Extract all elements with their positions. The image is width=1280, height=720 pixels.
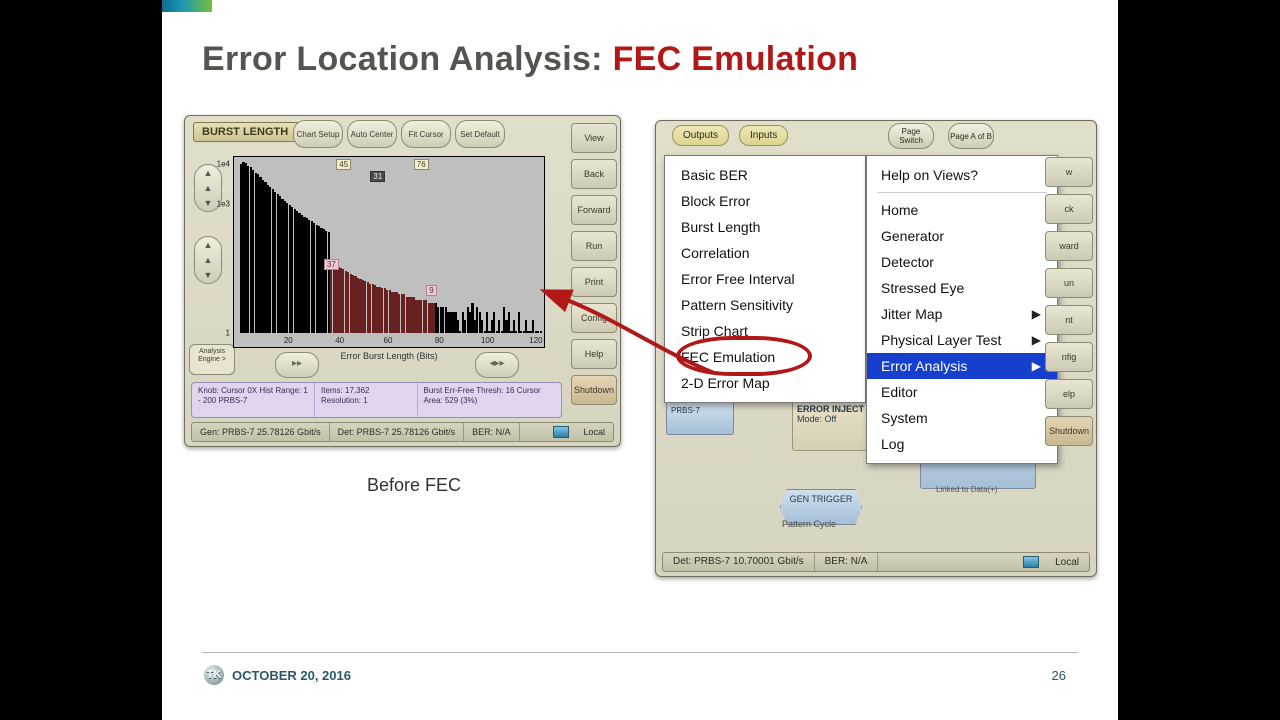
menu-correlation[interactable]: Correlation [665, 240, 865, 266]
cursor-label-left: 45 [336, 159, 351, 170]
run-button[interactable]: Run [571, 231, 617, 261]
analysis-engine-button[interactable]: Analysis Engine > [189, 344, 235, 375]
pink-marker-b: 9 [426, 285, 436, 296]
menu-block-error[interactable]: Block Error [665, 188, 865, 214]
menu-basic-ber[interactable]: Basic BER [665, 162, 865, 188]
callout-arrow [554, 278, 734, 408]
status-led-icon [553, 426, 569, 438]
status-col-1: Knob: Cursor 0X Hist Range: 1 - 200 PRBS… [192, 383, 315, 417]
submenu-arrow-icon: ▶ [1032, 359, 1041, 373]
tab-outputs[interactable]: Outputs [672, 125, 729, 146]
top-tabs: Outputs Inputs [672, 125, 788, 146]
menu-system[interactable]: System [867, 405, 1057, 431]
page-switch-button[interactable]: Page Switch [888, 123, 934, 149]
x-tick: 100 [481, 336, 494, 345]
page-controls: Page Switch Page A of B [888, 123, 994, 149]
histogram-bars [240, 161, 542, 333]
menu-physical-layer-test[interactable]: Physical Layer Test▶ [867, 327, 1057, 353]
pink-marker-a: 37 [324, 259, 339, 270]
linked-label: Linked to Data(+) [936, 485, 998, 494]
rewind-button[interactable]: ▸▸ [275, 352, 319, 378]
status-col-2: Items: 17,362 Resolution: 1 [315, 383, 418, 417]
footer-date: OCTOBER 20, 2016 [232, 668, 351, 683]
chart-setup-button[interactable]: Chart Setup [293, 120, 343, 148]
menu-generator[interactable]: Generator [867, 223, 1057, 249]
submenu-arrow-icon: ▶ [1032, 307, 1041, 321]
status-col-3: Burst Err-Free Thresh: 16 Cursor Area: 5… [418, 383, 562, 417]
menu-stressed-eye[interactable]: Stressed Eye [867, 275, 1057, 301]
footer-rule [202, 652, 1078, 653]
x-tick: 40 [335, 336, 344, 345]
cursor-label-right: 76 [414, 159, 429, 170]
sb-r-2[interactable]: ward [1045, 231, 1093, 261]
footer-page-number: 26 [1052, 668, 1066, 683]
det-status-r: Det: PRBS-7 10.70001 Gbit/s [663, 553, 815, 571]
view-button[interactable]: View [571, 123, 617, 153]
tab-inputs[interactable]: Inputs [739, 125, 788, 146]
menu-burst-length[interactable]: Burst Length [665, 214, 865, 240]
forward-button[interactable]: ◂▸▸ [475, 352, 519, 378]
status-led-icon-r [1023, 556, 1039, 568]
bottom-status-bar-right: Det: PRBS-7 10.70001 Gbit/s BER: N/A Loc… [662, 552, 1090, 572]
histogram-plot: 1e4 1e3 1 20 40 60 80 100 120 45 76 31 [233, 156, 545, 348]
bottom-status-bar-left: Gen: PRBS-7 25.78126 Gbit/s Det: PRBS-7 … [191, 422, 614, 442]
page-aofb-button[interactable]: Page A of B [948, 123, 994, 149]
gen-status: Gen: PRBS-7 25.78126 Gbit/s [192, 423, 330, 441]
chart-toolbar: Chart Setup Auto Center Fit Cursor Set D… [293, 120, 505, 148]
chart-title: BURST LENGTH [202, 126, 288, 138]
menu-jitter-map[interactable]: Jitter Map▶ [867, 301, 1057, 327]
menu-editor[interactable]: Editor [867, 379, 1057, 405]
x-tick: 80 [435, 336, 444, 345]
x-axis: 20 40 60 80 100 120 [240, 335, 542, 345]
ber-status: BER: N/A [464, 423, 520, 441]
sb-r-1[interactable]: ck [1045, 194, 1093, 224]
sb-r-5[interactable]: nfig [1045, 342, 1093, 372]
auto-center-button[interactable]: Auto Center [347, 120, 397, 148]
x-tick: 60 [384, 336, 393, 345]
menu-separator [877, 192, 1047, 193]
y-tick: 1e4 [217, 160, 230, 169]
set-default-button[interactable]: Set Default [455, 120, 505, 148]
status-panel: Knob: Cursor 0X Hist Range: 1 - 200 PRBS… [191, 382, 562, 418]
transport-left: ▸▸ [275, 352, 319, 378]
sb-r-shutdown[interactable]: Shutdown [1045, 416, 1093, 446]
submenu-arrow-icon: ▶ [1032, 333, 1041, 347]
menu-log[interactable]: Log [867, 431, 1057, 457]
local-label-r: Local [1045, 557, 1089, 568]
sb-r-0[interactable]: w [1045, 157, 1093, 187]
brand-stripe [162, 0, 212, 12]
sb-r-4[interactable]: nt [1045, 305, 1093, 335]
ber-status-r: BER: N/A [815, 553, 879, 571]
menu-detector[interactable]: Detector [867, 249, 1057, 275]
y-axis: 1e4 1e3 1 [208, 161, 232, 333]
title-plain: Error Location Analysis: [202, 40, 613, 78]
transport-right: ◂▸▸ [475, 352, 519, 378]
fit-cursor-button[interactable]: Fit Cursor [401, 120, 451, 148]
menu-home[interactable]: Home [867, 197, 1057, 223]
back-button[interactable]: Back [571, 159, 617, 189]
side-buttons-right-shot: w ck ward un nt nfig elp Shutdown [1045, 157, 1093, 446]
before-fec-caption: Before FEC [367, 475, 461, 496]
title-emphasis: FEC Emulation [613, 40, 859, 78]
y-tick: 1 [226, 329, 230, 338]
tk-logo: TK [204, 665, 224, 685]
cursor-delta-label: 31 [370, 171, 385, 182]
det-status: Det: PRBS-7 25.78126 Gbit/s [330, 423, 465, 441]
sb-r-3[interactable]: un [1045, 268, 1093, 298]
y-tick: 1e3 [217, 200, 230, 209]
local-label: Local [575, 427, 613, 437]
slide-title: Error Location Analysis: FEC Emulation [202, 40, 858, 79]
main-view-menu: Help on Views? HomeGeneratorDetectorStre… [866, 155, 1058, 464]
sb-r-6[interactable]: elp [1045, 379, 1093, 409]
x-tick: 120 [529, 336, 542, 345]
forward-nav-button[interactable]: Forward [571, 195, 617, 225]
pattern-cycle-label: Pattern Cycle [782, 519, 836, 529]
x-tick: 20 [284, 336, 293, 345]
menu-error-analysis[interactable]: Error Analysis▶ [867, 353, 1057, 379]
menu-help-on-views[interactable]: Help on Views? [867, 162, 1057, 188]
